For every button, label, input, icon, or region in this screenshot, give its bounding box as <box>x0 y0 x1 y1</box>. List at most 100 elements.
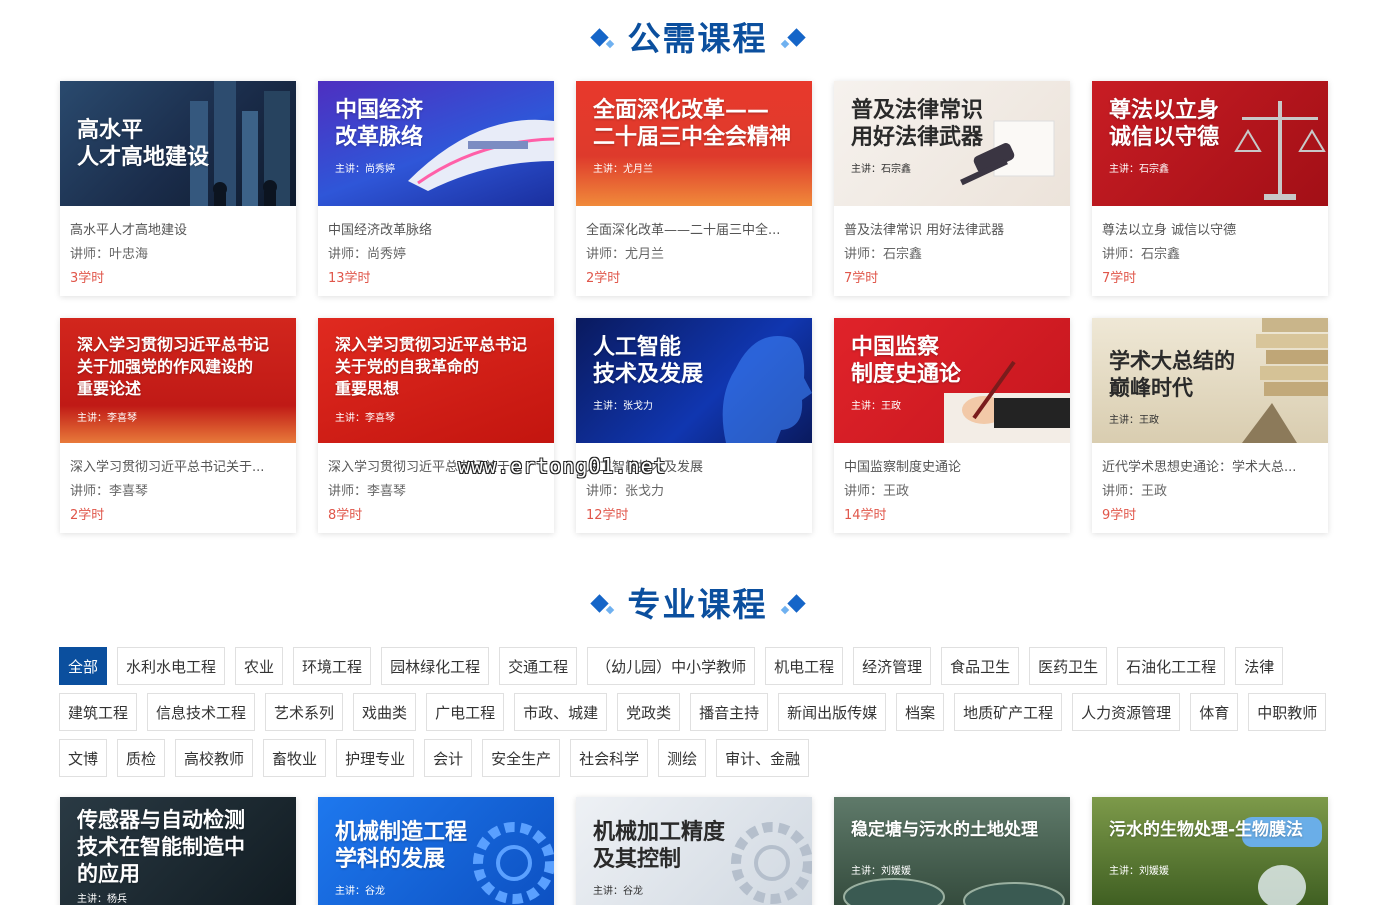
thumb-title: 传感器与自动检测 技术在智能制造中 的应用 <box>77 808 245 886</box>
course-name[interactable]: 近代学术思想史通论：学术大总... <box>1102 456 1318 480</box>
category-tag[interactable]: （幼儿园）中小学教师 <box>587 647 756 685</box>
category-tag[interactable]: 高校教师 <box>175 739 254 777</box>
course-card[interactable]: 深入学习贯彻习近平总书记 关于党的自我革命的 重要思想 主讲：李喜琴 深入学习贯… <box>318 318 554 533</box>
course-thumbnail[interactable]: 中国经济 改革脉络 主讲：尚秀婷 <box>318 81 554 206</box>
category-tag[interactable]: 园林绿化工程 <box>381 647 490 685</box>
course-thumbnail[interactable]: 机械制造工程 学科的发展 主讲：谷龙 <box>318 797 554 905</box>
course-teacher: 讲师：王政 <box>844 484 910 499</box>
category-tag[interactable]: 艺术系列 <box>265 693 344 731</box>
course-teacher: 讲师：张戈力 <box>586 484 665 499</box>
course-teacher: 讲师：叶忠海 <box>70 247 149 262</box>
category-tag[interactable]: 市政、城建 <box>514 693 608 731</box>
category-tag[interactable]: 文博 <box>59 739 108 777</box>
category-tag[interactable]: 党政类 <box>617 693 681 731</box>
course-card[interactable]: 学术大总结的 巅峰时代 主讲：王政 近代学术思想史通论：学术大总... 讲师：王… <box>1092 318 1328 533</box>
category-tag[interactable]: 食品卫生 <box>941 647 1020 685</box>
course-thumbnail[interactable]: 深入学习贯彻习近平总书记 关于加强党的作风建设的 重要论述 主讲：李喜琴 <box>60 318 296 443</box>
course-name[interactable]: 高水平人才高地建设 <box>70 219 286 243</box>
category-tag[interactable]: 机电工程 <box>765 647 844 685</box>
diamond-deco-icon <box>589 27 616 51</box>
course-name[interactable]: 深入学习贯彻习近平总书记关于... <box>70 456 286 480</box>
course-card[interactable]: 深入学习贯彻习近平总书记 关于加强党的作风建设的 重要论述 主讲：李喜琴 深入学… <box>60 318 296 533</box>
course-hours: 7学时 <box>1102 271 1137 286</box>
course-card[interactable]: 传感器与自动检测 技术在智能制造中 的应用 主讲：杨兵 <box>60 797 296 905</box>
category-tag[interactable]: 会计 <box>424 739 473 777</box>
course-card[interactable]: 中国经济 改革脉络 主讲：尚秀婷 中国经济改革脉络 讲师：尚秀婷 13学时 <box>318 81 554 296</box>
course-thumbnail[interactable]: 高水平 人才高地建设 <box>60 81 296 206</box>
category-tag[interactable]: 医药卫生 <box>1029 647 1108 685</box>
thumb-lecturer: 主讲：王政 <box>1109 415 1159 426</box>
watermark-text: www.ertong01.net <box>458 454 667 478</box>
category-tag[interactable]: 播音主持 <box>690 693 769 731</box>
category-tag[interactable]: 经济管理 <box>853 647 932 685</box>
course-hours: 14学时 <box>844 508 887 523</box>
course-thumbnail[interactable]: 学术大总结的 巅峰时代 主讲：王政 <box>1092 318 1328 443</box>
course-teacher: 讲师：尤月兰 <box>586 247 665 262</box>
thumb-lecturer: 主讲：尤月兰 <box>593 164 653 175</box>
category-tag[interactable]: 体育 <box>1190 693 1239 731</box>
course-thumbnail[interactable]: 全面深化改革—— 二十届三中全会精神 主讲：尤月兰 <box>576 81 812 206</box>
course-thumbnail[interactable]: 尊法以立身 诚信以守德 主讲：石宗鑫 <box>1092 81 1328 206</box>
category-tag[interactable]: 新闻出版传媒 <box>778 693 887 731</box>
category-tag[interactable]: 广电工程 <box>426 693 505 731</box>
category-tag[interactable]: 人力资源管理 <box>1072 693 1181 731</box>
course-card[interactable]: 污水的生物处理-生物膜法 主讲：刘媛媛 <box>1092 797 1328 905</box>
thumb-lecturer: 主讲：谷龙 <box>335 886 385 897</box>
category-tag[interactable]: 畜牧业 <box>263 739 327 777</box>
course-teacher: 讲师：李喜琴 <box>70 484 149 499</box>
category-tag[interactable]: 档案 <box>896 693 945 731</box>
category-tag[interactable]: 审计、金融 <box>716 739 810 777</box>
course-card[interactable]: 稳定塘与污水的土地处理 主讲：刘媛媛 <box>834 797 1070 905</box>
category-tag[interactable]: 水利水电工程 <box>117 647 226 685</box>
course-hours: 2学时 <box>586 271 621 286</box>
category-tag[interactable]: 测绘 <box>658 739 707 777</box>
course-card[interactable]: 机械加工精度 及其控制 主讲：谷龙 <box>576 797 812 905</box>
course-card[interactable]: 机械制造工程 学科的发展 主讲：谷龙 <box>318 797 554 905</box>
course-name[interactable]: 普及法律常识 用好法律武器 <box>844 219 1060 243</box>
category-tag[interactable]: 法律 <box>1235 647 1284 685</box>
course-card[interactable]: 高水平 人才高地建设 高水平人才高地建设 讲师：叶忠海 3学时 <box>60 81 296 296</box>
course-name[interactable]: 全面深化改革——二十届三中全... <box>586 219 802 243</box>
section-title: 专业课程 <box>627 585 768 624</box>
category-tag[interactable]: 全部 <box>59 647 108 685</box>
category-tag[interactable]: 信息技术工程 <box>147 693 256 731</box>
course-thumbnail[interactable]: 传感器与自动检测 技术在智能制造中 的应用 主讲：杨兵 <box>60 797 296 905</box>
course-thumbnail[interactable]: 人工智能 技术及发展 主讲：张戈力 <box>576 318 812 443</box>
category-tag[interactable]: 安全生产 <box>482 739 561 777</box>
course-thumbnail[interactable]: 机械加工精度 及其控制 主讲：谷龙 <box>576 797 812 905</box>
course-thumbnail[interactable]: 普及法律常识 用好法律武器 主讲：石宗鑫 <box>834 81 1070 206</box>
category-tag[interactable]: 中职教师 <box>1248 693 1327 731</box>
course-card[interactable]: 中国监察 制度史通论 主讲：王政 中国监察制度史通论 讲师：王政 14学时 <box>834 318 1070 533</box>
thumb-title: 人工智能 技术及发展 <box>593 335 704 387</box>
category-tag[interactable]: 石油化工工程 <box>1117 647 1226 685</box>
course-thumbnail[interactable]: 深入学习贯彻习近平总书记 关于党的自我革命的 重要思想 主讲：李喜琴 <box>318 318 554 443</box>
diamond-deco-icon <box>589 593 616 617</box>
category-tag[interactable]: 环境工程 <box>293 647 372 685</box>
category-tag[interactable]: 建筑工程 <box>59 693 138 731</box>
thumb-title: 尊法以立身 诚信以守德 <box>1109 98 1220 150</box>
course-name[interactable]: 中国监察制度史通论 <box>844 456 1060 480</box>
course-name[interactable]: 中国经济改革脉络 <box>328 219 544 243</box>
course-card[interactable]: 尊法以立身 诚信以守德 主讲：石宗鑫 尊法以立身 诚信以守德 讲师：石宗鑫 7学… <box>1092 81 1328 296</box>
public-course-row-2: 深入学习贯彻习近平总书记 关于加强党的作风建设的 重要论述 主讲：李喜琴 深入学… <box>60 318 1330 533</box>
thumb-lecturer: 主讲：李喜琴 <box>335 413 395 424</box>
course-card[interactable]: 人工智能 技术及发展 主讲：张戈力 人工智能技术及发展 讲师：张戈力 12学时 <box>576 318 812 533</box>
course-thumbnail[interactable]: 稳定塘与污水的土地处理 主讲：刘媛媛 <box>834 797 1070 905</box>
category-tag[interactable]: 戏曲类 <box>353 693 417 731</box>
course-name[interactable]: 尊法以立身 诚信以守德 <box>1102 219 1318 243</box>
thumb-lecturer: 主讲：杨兵 <box>77 894 127 905</box>
course-thumbnail[interactable]: 中国监察 制度史通论 主讲：王政 <box>834 318 1070 443</box>
course-teacher: 讲师：石宗鑫 <box>844 247 923 262</box>
course-hours: 7学时 <box>844 271 879 286</box>
thumb-title: 学术大总结的 巅峰时代 <box>1109 349 1235 400</box>
course-thumbnail[interactable]: 污水的生物处理-生物膜法 主讲：刘媛媛 <box>1092 797 1328 905</box>
category-tag[interactable]: 农业 <box>235 647 284 685</box>
category-tag[interactable]: 交通工程 <box>499 647 578 685</box>
category-tag[interactable]: 护理专业 <box>336 739 415 777</box>
category-tag[interactable]: 地质矿产工程 <box>954 693 1063 731</box>
category-tag[interactable]: 质检 <box>117 739 166 777</box>
thumb-title: 全面深化改革—— 二十届三中全会精神 <box>593 98 792 150</box>
course-card[interactable]: 全面深化改革—— 二十届三中全会精神 主讲：尤月兰 全面深化改革——二十届三中全… <box>576 81 812 296</box>
course-card[interactable]: 普及法律常识 用好法律武器 主讲：石宗鑫 普及法律常识 用好法律武器 讲师：石宗… <box>834 81 1070 296</box>
category-tag[interactable]: 社会科学 <box>570 739 649 777</box>
